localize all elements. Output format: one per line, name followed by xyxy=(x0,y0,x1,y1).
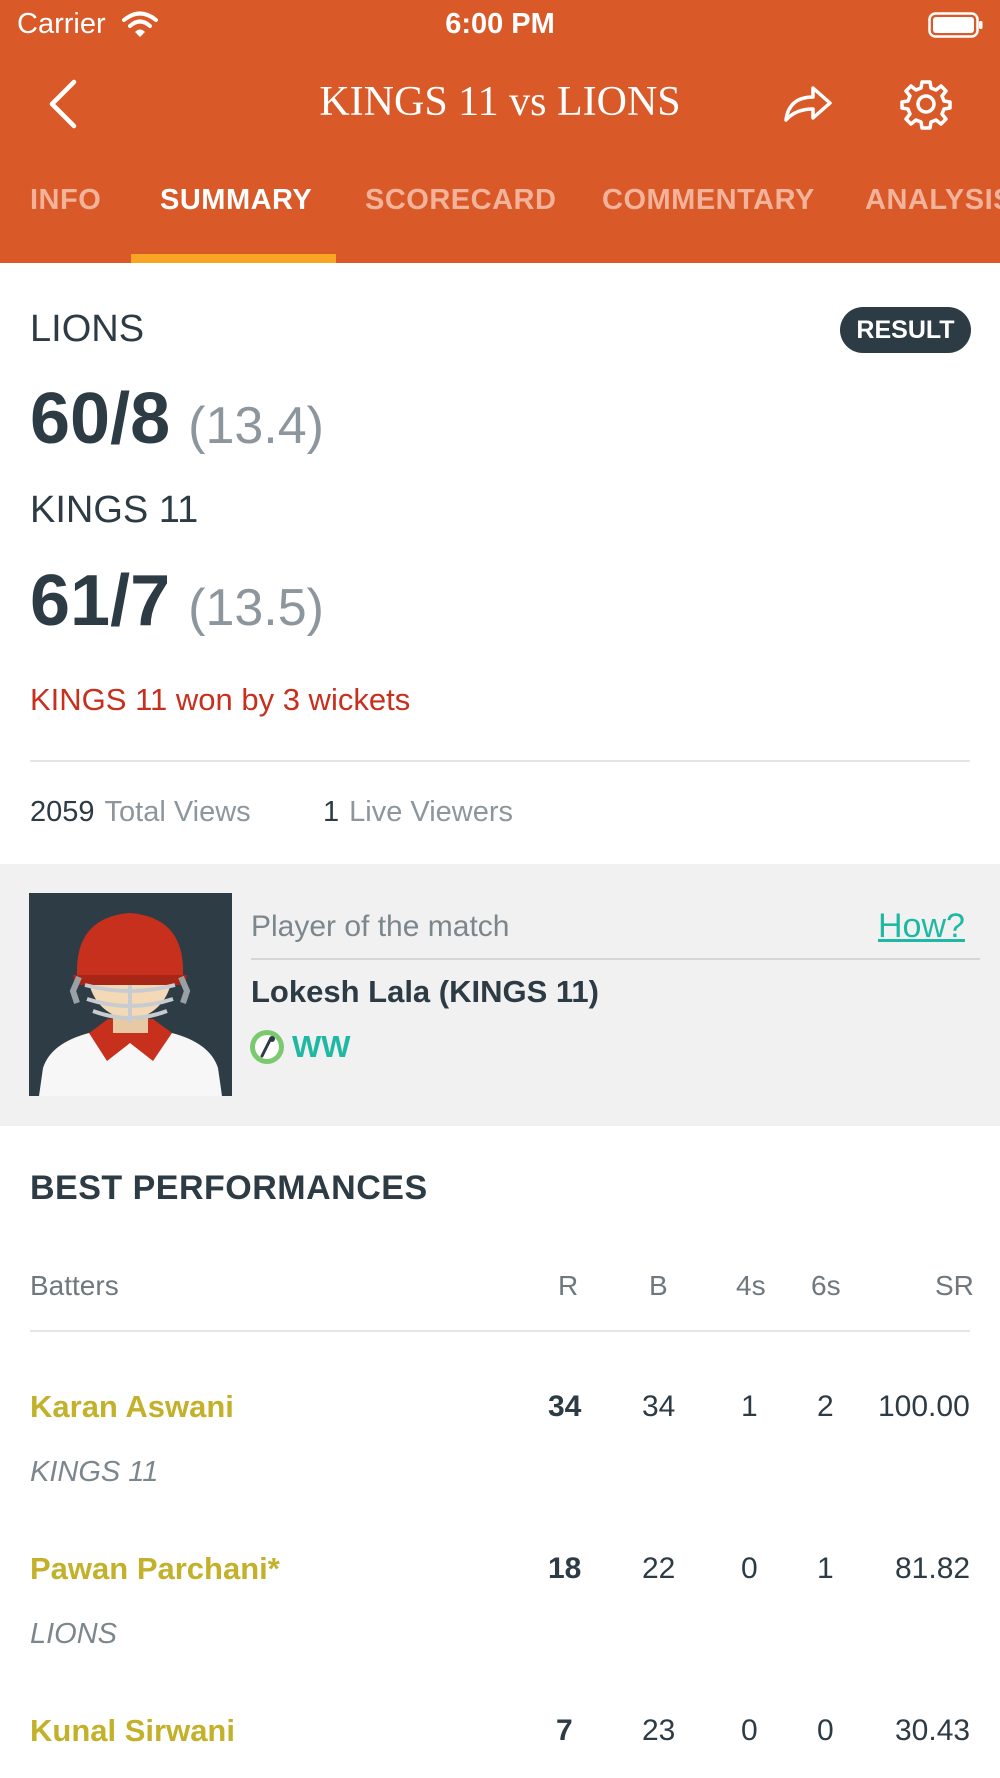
active-tab-indicator xyxy=(131,254,336,263)
batter-team: KINGS 11 xyxy=(30,1456,159,1488)
player-role-label: WW xyxy=(292,1029,351,1064)
battery-icon xyxy=(928,12,983,38)
innings-1-score-row: 60/8 (13.4) xyxy=(30,378,324,460)
total-views: 2059 Total Views xyxy=(30,796,251,829)
batter-fours: 0 xyxy=(741,1552,758,1585)
pom-divider xyxy=(251,958,980,960)
share-button[interactable] xyxy=(776,72,840,136)
batter-sixes: 0 xyxy=(817,1714,834,1747)
innings-2-score-row: 61/7 (13.5) xyxy=(30,560,324,642)
table-header-divider xyxy=(30,1330,970,1332)
player-of-match-card[interactable]: Player of the match How? Lokesh Lala (KI… xyxy=(0,864,1000,1126)
innings-2-overs: (13.5) xyxy=(188,579,324,637)
col-sixes: 6s xyxy=(811,1270,841,1301)
col-runs: R xyxy=(558,1270,579,1301)
how-link[interactable]: How? xyxy=(878,907,965,946)
status-time: 6:00 PM xyxy=(445,8,555,40)
batter-balls: 23 xyxy=(642,1714,676,1747)
innings-1-score: 60/8 xyxy=(30,379,171,459)
innings-2-score: 61/7 xyxy=(30,561,171,641)
innings-2-team: KINGS 11 xyxy=(30,489,199,531)
settings-button[interactable] xyxy=(894,72,958,136)
match-title: KINGS 11 vs LIONS xyxy=(319,79,681,125)
innings-1-team: LIONS xyxy=(30,308,145,350)
batter-fours: 0 xyxy=(741,1714,758,1747)
player-of-match-name: Lokesh Lala (KINGS 11) xyxy=(251,974,599,1009)
live-viewers-count: 1 xyxy=(323,796,340,828)
batter-sixes: 2 xyxy=(817,1390,834,1423)
gear-icon xyxy=(900,80,952,130)
batter-runs: 34 xyxy=(548,1390,582,1423)
match-result: KINGS 11 won by 3 wickets xyxy=(30,682,411,717)
batter-name[interactable]: Karan Aswani xyxy=(30,1389,234,1425)
batter-runs: 7 xyxy=(556,1714,573,1747)
tab-summary[interactable]: SUMMARY xyxy=(160,184,312,217)
cricketer-avatar-icon xyxy=(29,893,232,1096)
best-performances-title: BEST PERFORMANCES xyxy=(30,1169,428,1207)
total-views-count: 2059 xyxy=(30,796,95,828)
player-of-match-label: Player of the match xyxy=(251,910,510,943)
divider xyxy=(30,760,970,762)
batter-strike-rate: 81.82 xyxy=(895,1552,971,1585)
batter-team: LIONS xyxy=(30,1618,118,1650)
col-balls: B xyxy=(649,1270,668,1301)
col-fours: 4s xyxy=(736,1270,766,1301)
share-icon xyxy=(784,86,832,122)
batter-strike-rate: 100.00 xyxy=(878,1390,970,1423)
status-bar: Carrier 6:00 PM xyxy=(0,0,1000,50)
live-viewers: 1 Live Viewers xyxy=(323,796,513,829)
batter-balls: 34 xyxy=(642,1390,676,1423)
tab-info[interactable]: INFO xyxy=(30,184,101,217)
player-role: WW xyxy=(248,1028,351,1066)
live-viewers-label: Live Viewers xyxy=(349,796,514,828)
app-header: Carrier 6:00 PM KINGS 11 vs LIONS INFO S… xyxy=(0,0,1000,263)
batter-runs: 18 xyxy=(548,1552,582,1585)
batter-name[interactable]: Pawan Parchani* xyxy=(30,1551,280,1587)
tab-bar: INFO SUMMARY SCORECARD COMMENTARY ANALYS… xyxy=(0,176,1000,263)
wicketkeeper-icon xyxy=(250,1030,284,1064)
innings-1-overs: (13.4) xyxy=(188,397,324,455)
total-views-label: Total Views xyxy=(104,796,251,828)
result-badge: RESULT xyxy=(840,307,971,353)
batter-fours: 1 xyxy=(741,1390,758,1423)
batter-name[interactable]: Kunal Sirwani xyxy=(30,1713,235,1749)
col-batters: Batters xyxy=(30,1270,119,1301)
tab-analysis[interactable]: ANALYSIS xyxy=(865,184,1000,217)
nav-bar: KINGS 11 vs LIONS xyxy=(0,64,1000,144)
tab-commentary[interactable]: COMMENTARY xyxy=(602,184,815,217)
col-strike-rate: SR xyxy=(935,1270,974,1301)
tab-scorecard[interactable]: SCORECARD xyxy=(365,184,556,217)
batter-balls: 22 xyxy=(642,1552,676,1585)
player-avatar xyxy=(29,893,232,1096)
batter-strike-rate: 30.43 xyxy=(895,1714,971,1747)
batter-sixes: 1 xyxy=(817,1552,834,1585)
match-summary-screen: Carrier 6:00 PM KINGS 11 vs LIONS INFO S… xyxy=(0,0,1000,1778)
